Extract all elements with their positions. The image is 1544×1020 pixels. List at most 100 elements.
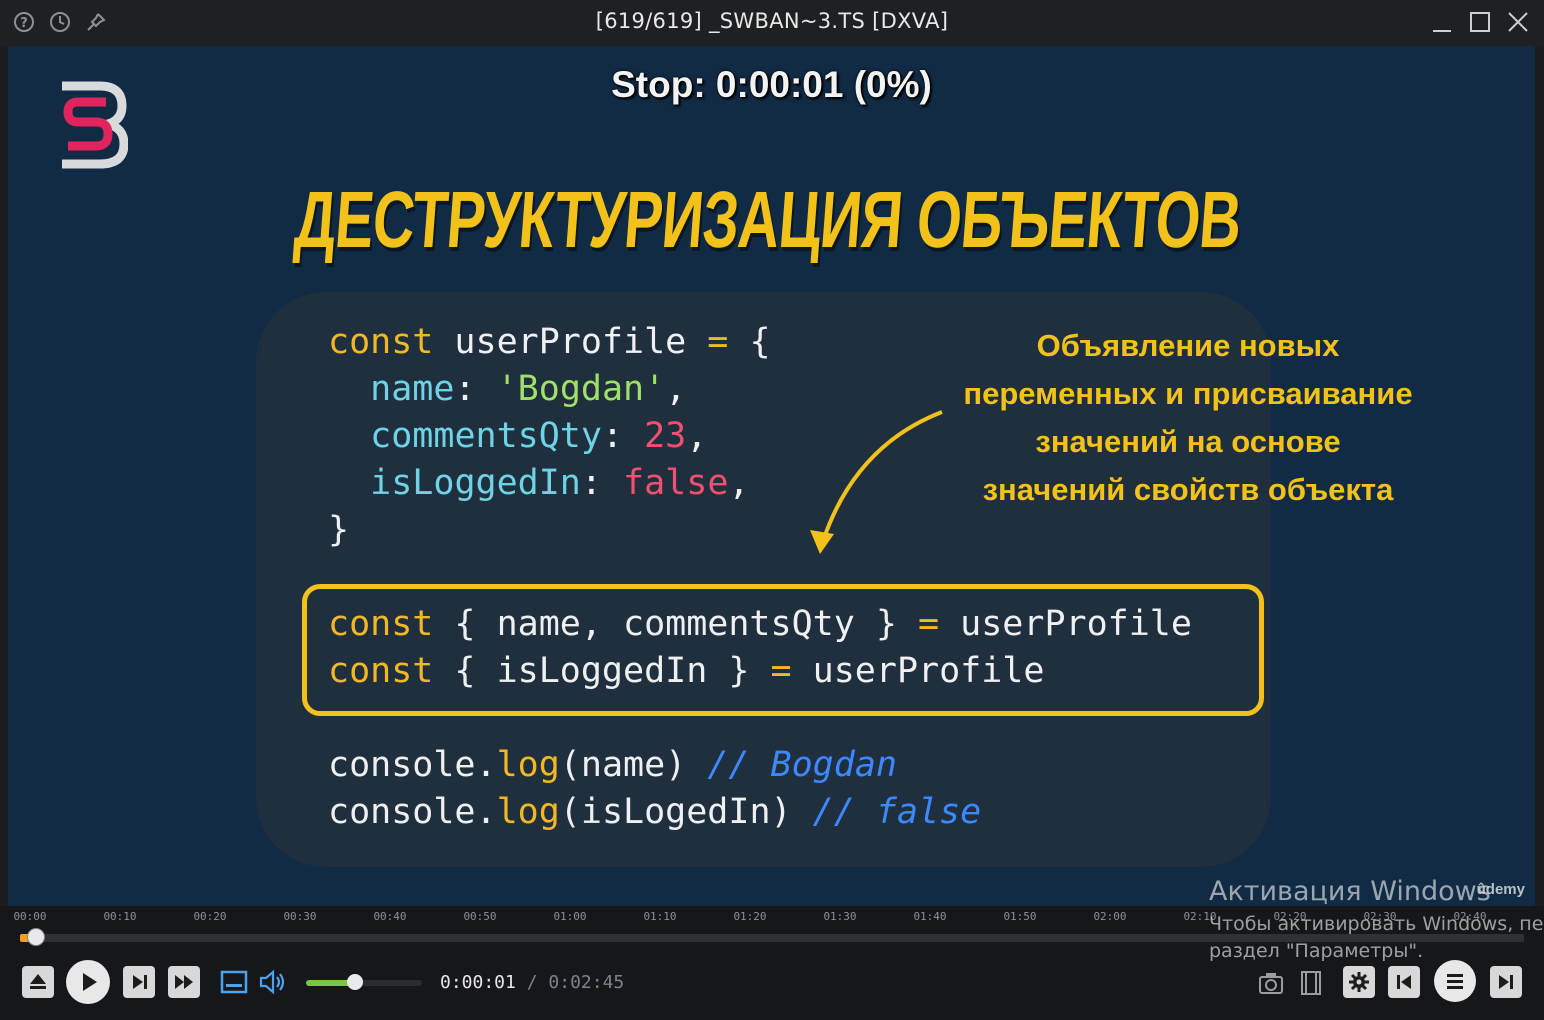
- code-log-line: console.log(isLogedIn) // false: [328, 789, 981, 836]
- annotation-line: значений свойств объекта: [982, 472, 1394, 507]
- curved-arrow-icon: [810, 410, 943, 554]
- code-token: :: [454, 369, 497, 409]
- time-separator: /: [526, 972, 538, 993]
- windows-activation-notice: Активация Windows Чтобы активировать Win…: [1209, 876, 1543, 962]
- code-token: =: [707, 322, 729, 362]
- play-button[interactable]: [66, 960, 110, 1004]
- code-token: // Bogdan: [707, 745, 897, 785]
- code-token: =: [770, 651, 792, 691]
- seek-handle[interactable]: [27, 928, 45, 946]
- code-object-line: isLoggedIn: false,: [328, 460, 771, 507]
- code-token: { isLoggedIn }: [433, 651, 771, 691]
- speaker-icon: [259, 969, 285, 995]
- window-controls: [1430, 8, 1530, 36]
- code-token: {: [728, 322, 771, 362]
- code-object-line: }: [328, 507, 771, 554]
- skip-previous-icon: [1397, 975, 1411, 989]
- annotation-line: значений на основе: [1035, 424, 1341, 459]
- playlist-button[interactable]: [1434, 960, 1476, 1002]
- video-frame[interactable]: Stop: 0:00:01 (0%) ДЕСТРУКТУРИЗАЦИЯ ОБЪЕ…: [8, 46, 1535, 906]
- code-token: =: [918, 604, 940, 644]
- activation-text: Чтобы активировать Windows, пе: [1209, 913, 1544, 935]
- timeline-tick-label: 02:00: [1093, 910, 1127, 923]
- window-title: [619/619] _SWBAN~3.TS [DXVA]: [595, 9, 949, 33]
- annotation-line: Объявление новых: [1036, 328, 1340, 363]
- code-token: isLoggedIn: [370, 463, 581, 503]
- timeline-tick-label: 00:30: [283, 910, 317, 923]
- settings-button[interactable]: [1343, 966, 1375, 998]
- gear-icon: [1349, 972, 1369, 992]
- code-token: commentsQty: [370, 416, 602, 456]
- timeline-tick-label: 01:00: [553, 910, 587, 923]
- code-token: ,: [728, 463, 750, 503]
- code-object-line: const userProfile = {: [328, 319, 771, 366]
- maximize-button[interactable]: [1468, 8, 1492, 36]
- code-log-line: console.log(name) // Bogdan: [328, 742, 981, 789]
- osd-status: Stop: 0:00:01 (0%): [611, 64, 932, 105]
- channel-logo: [62, 81, 128, 169]
- eject-icon: [30, 974, 46, 989]
- timeline-tick-label: 00:50: [463, 910, 497, 923]
- code-token: 'Bogdan': [496, 369, 666, 409]
- code-console-log: console.log(name) // Bogdan console.log(i…: [328, 742, 981, 836]
- code-token: log: [496, 745, 560, 785]
- playlist-icon: [1447, 974, 1463, 989]
- filmstrip-button[interactable]: [1296, 968, 1326, 998]
- timeline-tick-label: 00:20: [193, 910, 227, 923]
- volume-handle[interactable]: [346, 974, 363, 990]
- timeline-tick-label: 01:40: [913, 910, 947, 923]
- fast-forward-button[interactable]: [168, 966, 200, 998]
- annotation-line: переменных и присваивание: [963, 376, 1413, 411]
- activation-text: раздел "Параметры".: [1209, 940, 1424, 962]
- code-object-declaration: const userProfile = { name: 'Bogdan', co…: [328, 319, 771, 554]
- fast-forward-icon: [175, 975, 193, 989]
- timeline-tick-label: 00:00: [13, 910, 47, 923]
- timeline-tick-label: 00:10: [103, 910, 137, 923]
- screenshot-button[interactable]: [1256, 968, 1286, 998]
- slide-title: ДЕСТРУКТУРИЗАЦИЯ ОБЪЕКТОВ: [291, 175, 1245, 264]
- code-token: (isLogedIn): [559, 792, 813, 832]
- filmstrip-icon: [1301, 971, 1321, 995]
- code-token: name: [370, 369, 455, 409]
- code-token: 23: [644, 416, 687, 456]
- code-token: const: [328, 651, 434, 691]
- code-token: const: [328, 604, 434, 644]
- skip-next-icon: [1499, 975, 1513, 989]
- camera-icon: [1259, 973, 1283, 994]
- subtitles-icon: [220, 970, 248, 994]
- eject-button[interactable]: [22, 966, 54, 998]
- code-token: ,: [665, 369, 687, 409]
- code-token: log: [496, 792, 560, 832]
- code-token: }: [328, 510, 350, 550]
- code-token: console.: [328, 792, 497, 832]
- code-token: // false: [812, 792, 982, 832]
- frame-step-icon: [133, 975, 147, 989]
- next-button[interactable]: [1490, 966, 1522, 998]
- activation-title: Активация Windows: [1209, 876, 1491, 907]
- code-token: false: [623, 463, 729, 503]
- code-token: userProfile: [433, 322, 708, 362]
- frame-step-button[interactable]: [123, 966, 155, 998]
- annotation-text: Объявление новых переменных и присваиван…: [948, 322, 1428, 514]
- code-object-line: commentsQty: 23,: [328, 413, 771, 460]
- close-button[interactable]: [1506, 8, 1530, 36]
- volume-button[interactable]: [256, 966, 290, 998]
- timeline-tick-label: 01:50: [1003, 910, 1037, 923]
- code-destructure-line: const { name, commentsQty } = userProfil…: [328, 601, 1192, 648]
- code-token: console.: [328, 745, 497, 785]
- current-time: 0:00:01: [440, 972, 516, 993]
- previous-button[interactable]: [1388, 966, 1420, 998]
- code-token: :: [580, 463, 624, 503]
- code-token: userProfile: [791, 651, 1045, 691]
- code-token: userProfile: [939, 604, 1192, 644]
- code-destructure-line: const { isLoggedIn } = userProfile: [328, 648, 1192, 695]
- minimize-button[interactable]: [1430, 8, 1454, 36]
- subtitles-button[interactable]: [218, 966, 250, 998]
- timeline-tick-label: 01:20: [733, 910, 767, 923]
- timeline-tick-label: 00:40: [373, 910, 407, 923]
- title-bar: ? [619/619] _SWBAN~3.TS [DXVA]: [0, 0, 1544, 46]
- code-destructuring: const { name, commentsQty } = userProfil…: [328, 601, 1192, 695]
- code-token: const: [328, 322, 434, 362]
